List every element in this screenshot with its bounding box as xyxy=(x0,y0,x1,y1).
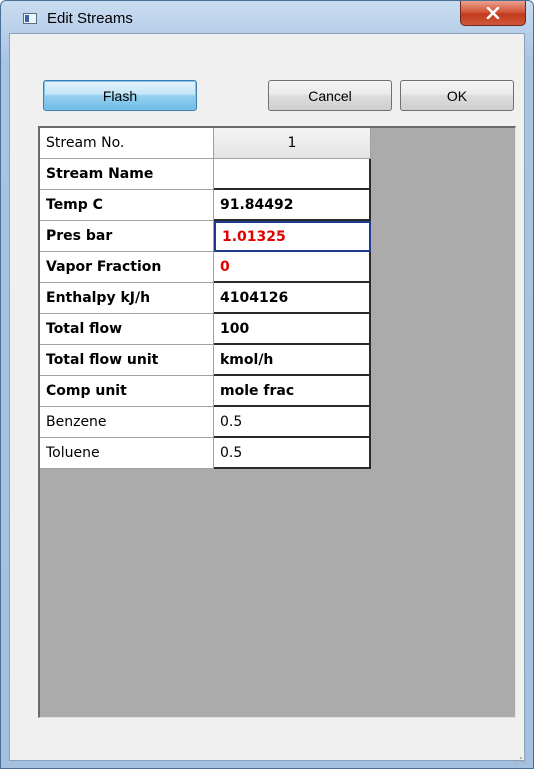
row-label-total-flow-unit: Total flow unit xyxy=(40,345,214,376)
cell-vapor-fraction[interactable]: 0 xyxy=(214,252,371,283)
row-label-vapor-fraction: Vapor Fraction xyxy=(40,252,214,283)
grid-row-total-flow: Total flow 100 xyxy=(40,314,371,345)
column-header-stream-1[interactable]: 1 xyxy=(214,128,371,159)
row-label-comp-unit: Comp unit xyxy=(40,376,214,407)
grid-row-stream-no: Stream No. 1 xyxy=(40,128,371,159)
window-title: Edit Streams xyxy=(47,10,133,27)
grid-row-temp: Temp C 91.84492 xyxy=(40,190,371,221)
row-label-pres: Pres bar xyxy=(40,221,214,252)
cell-pres[interactable]: 1.01325 xyxy=(214,221,371,252)
edit-streams-window: Edit Streams Flash Cancel OK Stream No. … xyxy=(0,0,534,769)
row-label-stream-no: Stream No. xyxy=(40,128,214,159)
cell-benzene[interactable]: 0.5 xyxy=(214,407,371,438)
cancel-button[interactable]: Cancel xyxy=(268,80,392,111)
grid-row-toluene: Toluene 0.5 xyxy=(40,438,371,469)
grid-row-stream-name: Stream Name xyxy=(40,159,371,190)
grid-row-total-flow-unit: Total flow unit kmol/h xyxy=(40,345,371,376)
cell-temp[interactable]: 91.84492 xyxy=(214,190,371,221)
cell-total-flow-unit[interactable]: kmol/h xyxy=(214,345,371,376)
row-label-benzene: Benzene xyxy=(40,407,214,438)
grid-row-enthalpy: Enthalpy kJ/h 4104126 xyxy=(40,283,371,314)
row-label-toluene: Toluene xyxy=(40,438,214,469)
cell-toluene[interactable]: 0.5 xyxy=(214,438,371,469)
close-icon xyxy=(486,7,500,19)
title-bar[interactable]: Edit Streams xyxy=(1,1,533,33)
cell-stream-name[interactable] xyxy=(214,159,371,190)
row-label-temp: Temp C xyxy=(40,190,214,221)
window-icon xyxy=(23,13,37,24)
resize-grip-icon[interactable] xyxy=(515,752,527,764)
cell-enthalpy[interactable]: 4104126 xyxy=(214,283,371,314)
grid-row-benzene: Benzene 0.5 xyxy=(40,407,371,438)
flash-button[interactable]: Flash xyxy=(43,80,197,111)
close-button[interactable] xyxy=(460,1,526,26)
cell-total-flow[interactable]: 100 xyxy=(214,314,371,345)
ok-button[interactable]: OK xyxy=(400,80,514,111)
grid-row-vapor-fraction: Vapor Fraction 0 xyxy=(40,252,371,283)
row-label-total-flow: Total flow xyxy=(40,314,214,345)
row-label-stream-name: Stream Name xyxy=(40,159,214,190)
grid-row-comp-unit: Comp unit mole frac xyxy=(40,376,371,407)
cell-comp-unit[interactable]: mole frac xyxy=(214,376,371,407)
stream-grid[interactable]: Stream No. 1 Stream Name Temp C 91.84492… xyxy=(38,126,516,718)
grid-row-pres: Pres bar 1.01325 xyxy=(40,221,371,252)
row-label-enthalpy: Enthalpy kJ/h xyxy=(40,283,214,314)
